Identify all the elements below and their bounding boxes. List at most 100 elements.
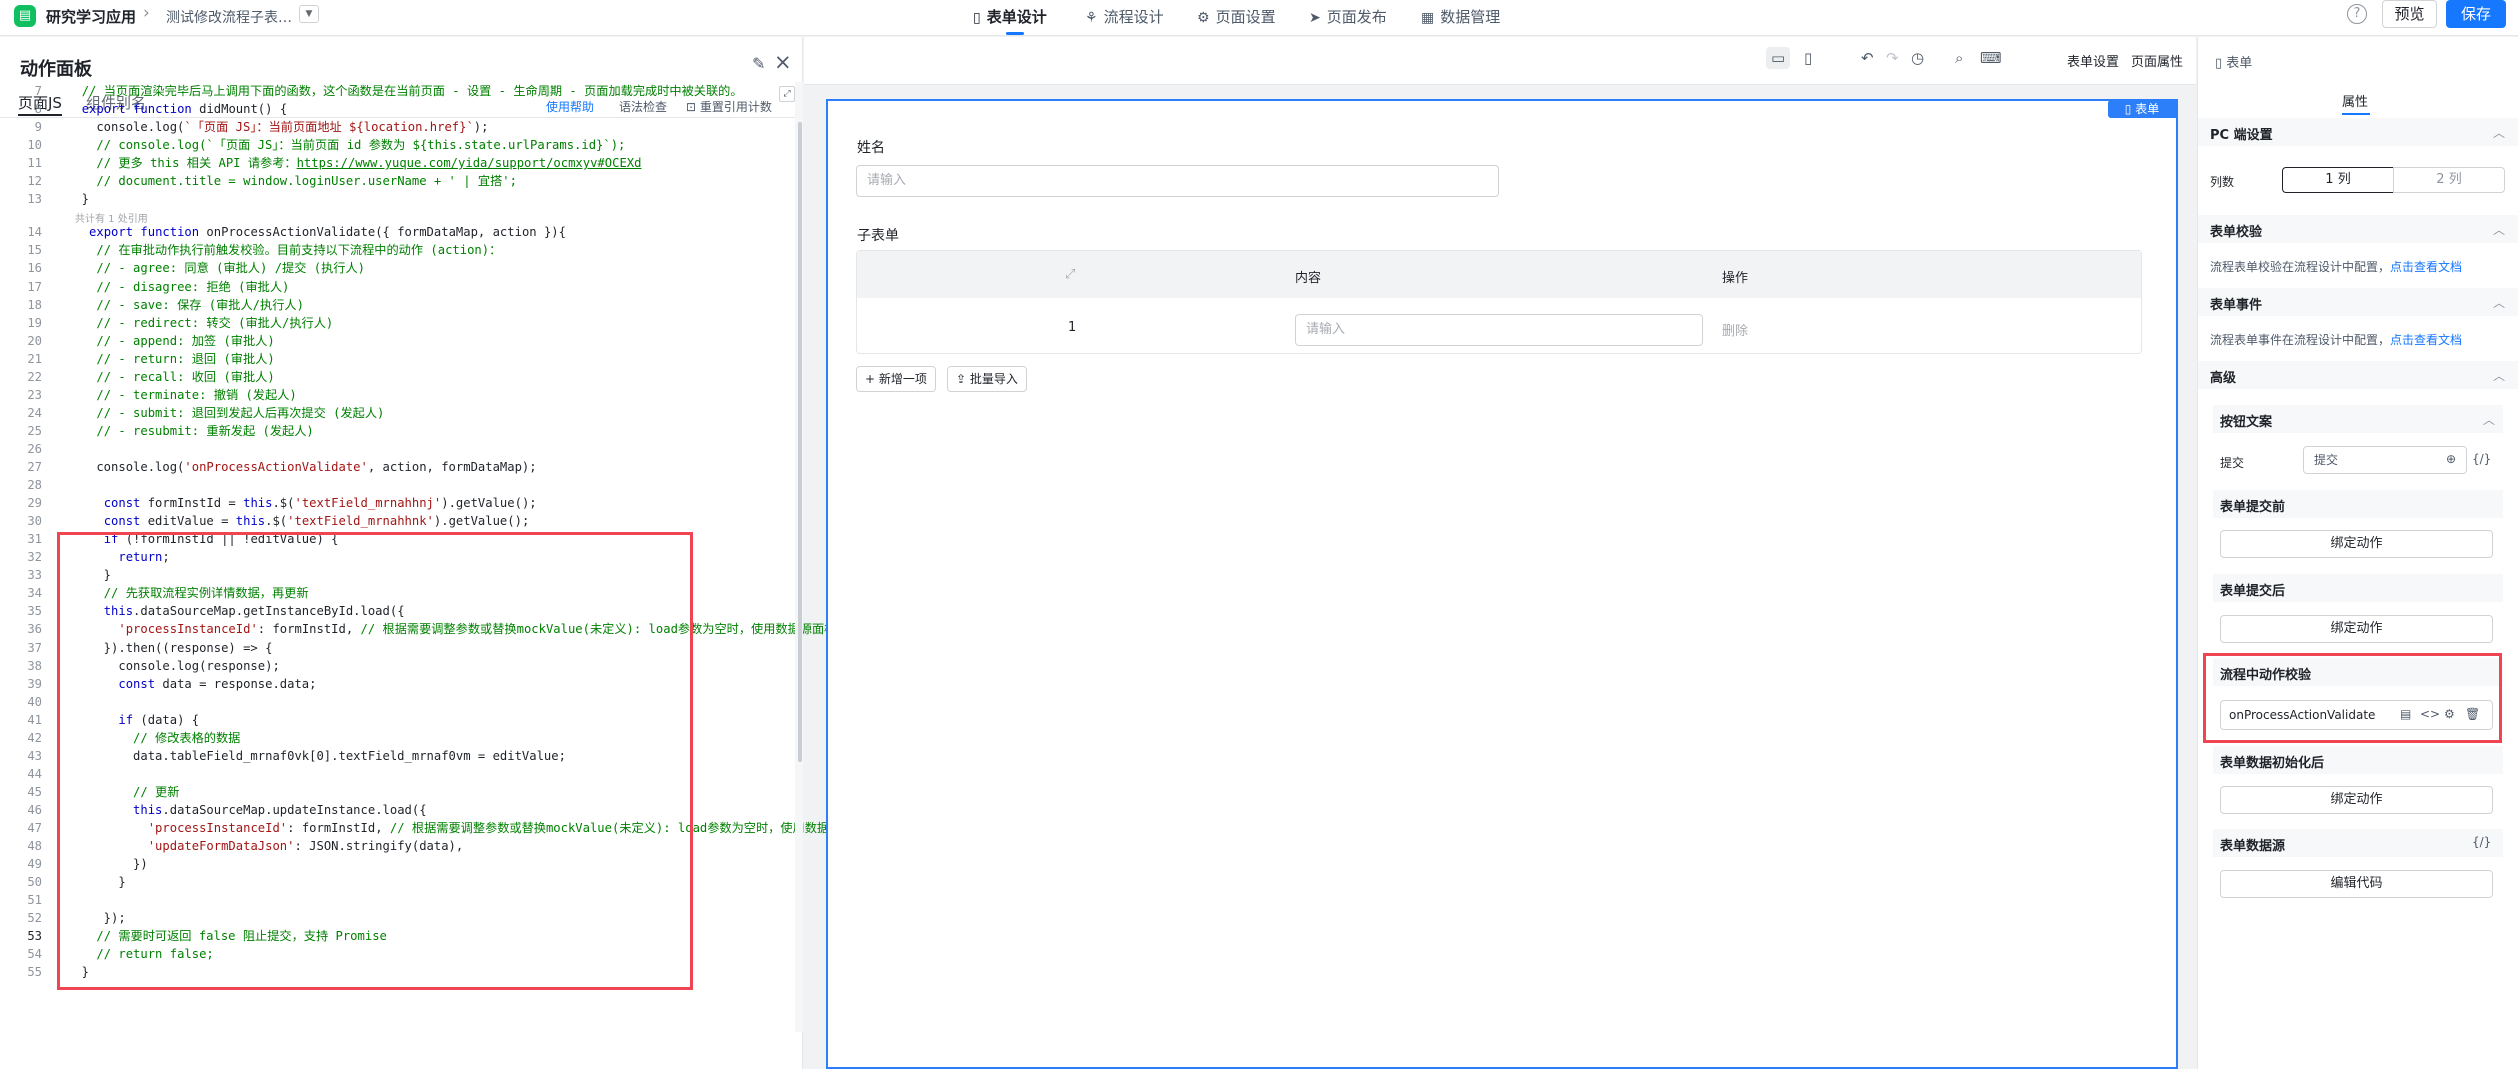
section-advanced[interactable] xyxy=(2198,361,2518,389)
name-label: 姓名 xyxy=(857,140,885,156)
section-title: 表单校验 xyxy=(2210,225,2263,240)
code-line[interactable]: 16 // - agree: 同意 (审批人) /提交 (执行人) xyxy=(0,259,365,277)
code-line[interactable]: 14 export function onProcessActionValida… xyxy=(0,223,566,241)
document-icon: ▯ xyxy=(2124,102,2136,116)
expand-icon[interactable]: ⤢ xyxy=(1065,267,1075,282)
form-canvas[interactable] xyxy=(826,99,2178,1069)
app-name[interactable]: 研究学习应用 xyxy=(46,6,136,27)
code-line[interactable]: 25 // - resubmit: 重新发起 (发起人) xyxy=(0,422,313,440)
code-line[interactable]: 17 // - disagree: 拒绝 (审批人) xyxy=(0,278,289,296)
bind-action-button[interactable]: 绑定动作 xyxy=(2220,615,2493,643)
pin-icon[interactable]: ✎ xyxy=(752,54,765,73)
column-header-action: 操作 xyxy=(1722,271,1749,286)
code-line[interactable]: 11 // 更多 this 相关 API 请参考：https://www.yuq… xyxy=(0,154,641,172)
name-input[interactable]: 请输入 xyxy=(856,165,1499,197)
columns-2-option[interactable]: 2 列 xyxy=(2393,167,2505,193)
code-line[interactable]: 24 // - submit: 退回到发起人后再次提交 (发起人) xyxy=(0,404,384,422)
document-icon: ▯ xyxy=(973,10,981,26)
doc-link[interactable]: 点击查看文档 xyxy=(2390,260,2462,274)
app-logo-icon[interactable]: ▤ xyxy=(14,5,36,27)
code-variable-icon[interactable]: {/} xyxy=(2472,452,2491,466)
preview-button[interactable]: 预览 xyxy=(2382,0,2437,28)
code-line[interactable]: 22 // - recall: 收回 (审批人) xyxy=(0,368,274,386)
send-icon: ➤ xyxy=(1309,10,1321,26)
validate-hint: 流程表单校验在流程设计中配置，点击查看文档 xyxy=(2210,260,2463,274)
chevron-right-icon: › xyxy=(143,3,150,23)
tab-flow-design[interactable]: ⚘ 流程设计 xyxy=(1085,6,1164,27)
tab-page-publish[interactable]: ➤ 页面发布 xyxy=(1309,6,1387,27)
scrollbar-thumb[interactable] xyxy=(798,122,802,762)
tab-data-management[interactable]: ▦ 数据管理 xyxy=(1421,6,1500,27)
history-icon[interactable]: ◷ xyxy=(1911,49,1924,67)
chevron-up-icon[interactable]: ︿ xyxy=(2493,221,2505,238)
redo-icon[interactable]: ↷ xyxy=(1886,49,1899,67)
data-source-title: 表单数据源 xyxy=(2220,839,2286,854)
content-input[interactable]: 请输入 xyxy=(1295,314,1703,346)
panel-title: 动作面板 xyxy=(20,59,92,80)
section-title: 高级 xyxy=(2210,371,2237,386)
chevron-down-icon[interactable]: ▼ xyxy=(299,5,319,23)
keyboard-icon[interactable]: ⌨ xyxy=(1980,49,2002,67)
data-init-title: 表单数据初始化后 xyxy=(2220,756,2325,771)
document-icon: ▯ xyxy=(2215,56,2227,71)
form-settings-link[interactable]: 表单设置 xyxy=(2067,51,2119,70)
code-line[interactable]: 9 console.log(`「页面 JS」：当前页面地址 ${location… xyxy=(0,118,489,136)
highlight-box xyxy=(57,532,693,990)
save-button[interactable]: 保存 xyxy=(2446,0,2506,28)
code-line[interactable]: 26 xyxy=(0,440,67,458)
delete-row-link[interactable]: 删除 xyxy=(1722,320,1748,339)
batch-import-button[interactable]: ⇪ 批量导入 xyxy=(947,366,1027,392)
chevron-up-icon[interactable]: ︿ xyxy=(2493,367,2505,384)
expand-icon[interactable]: ⤢ xyxy=(779,86,795,102)
code-line[interactable]: 29 const formInstId = this.$('textField_… xyxy=(0,494,536,512)
bind-action-button[interactable]: 绑定动作 xyxy=(2220,786,2493,814)
add-item-button[interactable]: + 新增一项 xyxy=(856,366,936,392)
doc-link[interactable]: 点击查看文档 xyxy=(2390,333,2462,347)
columns-1-option[interactable]: 1 列 xyxy=(2282,167,2394,193)
top-bar: ▤ 研究学习应用 › 测试修改流程子表… ▼ ▯ 表单设计 ⚘ 流程设计 ⚙ 页面设置… xyxy=(0,0,2518,36)
submit-text-input[interactable]: 提交 xyxy=(2303,446,2467,474)
code-line[interactable]: 7 // 当页面渲染完毕后马上调用下面的函数，这个函数是在当前页面 - 设置 -… xyxy=(0,82,743,100)
desktop-icon[interactable]: ▭ xyxy=(1766,47,1791,69)
chevron-up-icon[interactable]: ︿ xyxy=(2483,411,2495,428)
code-variable-icon[interactable]: {/} xyxy=(2472,835,2491,849)
subform-header xyxy=(857,251,2141,298)
panel-header: ▯ 表单 xyxy=(2215,56,2253,71)
page-props-link[interactable]: 页面属性 xyxy=(2131,51,2183,70)
tab-underline xyxy=(2342,113,2370,115)
before-submit-title: 表单提交前 xyxy=(2220,500,2286,515)
code-line[interactable]: 30 const editValue = this.$('textField_m… xyxy=(0,512,529,530)
events-hint: 流程表单事件在流程设计中配置，点击查看文档 xyxy=(2210,333,2463,347)
mobile-icon[interactable]: ▯ xyxy=(1804,49,1812,67)
code-line[interactable]: 8 export function didMount() { xyxy=(0,100,288,118)
tab-form-design[interactable]: ▯ 表单设计 xyxy=(973,6,1047,27)
globe-icon[interactable]: ⊕ xyxy=(2446,452,2456,466)
undo-icon[interactable]: ↶ xyxy=(1861,49,1874,67)
code-line[interactable]: 27 console.log('onProcessActionValidate'… xyxy=(0,458,536,476)
close-icon[interactable]: × xyxy=(774,50,792,74)
code-line[interactable]: 15 // 在审批动作执行前触发校验。目前支持以下流程中的动作 (action)… xyxy=(0,241,501,259)
code-line[interactable]: 28 xyxy=(0,476,67,494)
form-name[interactable]: 测试修改流程子表… xyxy=(166,7,292,27)
code-line[interactable]: 10 // console.log(`「页面 JS」：当前页面 id 参数为 $… xyxy=(0,136,625,154)
button-text-title: 按钮文案 xyxy=(2220,415,2273,430)
help-icon[interactable]: ? xyxy=(2347,4,2367,24)
search-icon[interactable]: ⌕ xyxy=(1955,49,1963,67)
tab-page-settings[interactable]: ⚙ 页面设置 xyxy=(1197,6,1276,27)
bind-action-button[interactable]: 绑定动作 xyxy=(2220,530,2493,558)
after-submit-title: 表单提交后 xyxy=(2220,584,2286,599)
canvas-toolbar: ▭ ▯ ↶ ↷ ◷ ⌕ ⌨ 表单设置 页面属性 xyxy=(804,37,2196,85)
code-line[interactable]: 13 } xyxy=(0,190,89,208)
code-line[interactable]: 20 // - append: 加签 (审批人) xyxy=(0,332,274,350)
code-line[interactable]: 18 // - save: 保存 (审批人/执行人) xyxy=(0,296,304,314)
tab-properties[interactable]: 属性 xyxy=(2342,91,2368,110)
code-line[interactable]: 19 // - redirect: 转交 (审批人/执行人) xyxy=(0,314,333,332)
code-line[interactable]: 23 // - terminate: 撤销 (发起人) xyxy=(0,386,296,404)
code-line[interactable]: 21 // - return: 退回 (审批人) xyxy=(0,350,274,368)
chevron-up-icon[interactable]: ︿ xyxy=(2493,294,2505,311)
edit-code-button[interactable]: 编辑代码 xyxy=(2220,870,2493,898)
active-tab-indicator xyxy=(1006,32,1024,35)
chevron-up-icon[interactable]: ︿ xyxy=(2493,124,2505,141)
code-line[interactable]: 12 // document.title = window.loginUser.… xyxy=(0,172,517,190)
subform-label: 子表单 xyxy=(857,228,899,244)
